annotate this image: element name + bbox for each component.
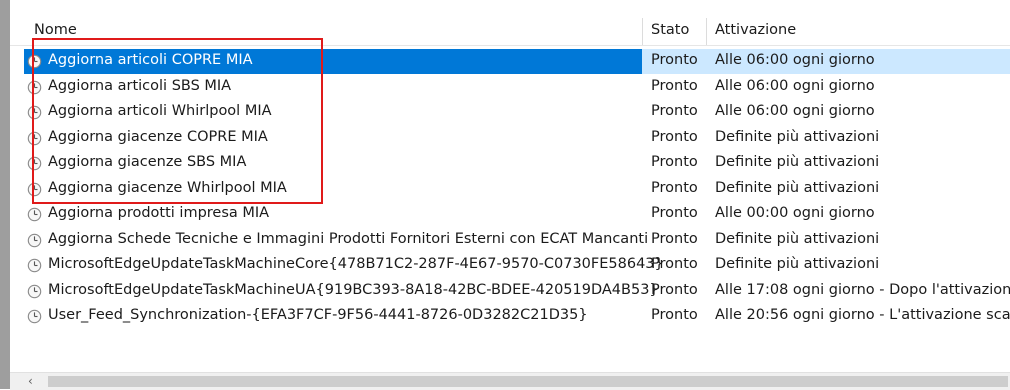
task-name: Aggiorna giacenze SBS MIA bbox=[48, 154, 247, 170]
task-name: MicrosoftEdgeUpdateTaskMachineUA{919BC39… bbox=[48, 281, 659, 298]
task-name: Aggiorna giacenze Whirlpool MIA bbox=[48, 179, 287, 196]
table-row[interactable]: User_Feed_Synchronization-{EFA3F7CF-9F56… bbox=[10, 304, 1010, 329]
column-divider[interactable] bbox=[642, 18, 643, 45]
clock-icon bbox=[27, 258, 42, 273]
task-status: Pronto bbox=[651, 230, 698, 247]
clock-icon bbox=[27, 105, 42, 120]
table-row[interactable]: Aggiorna articoli Whirlpool MIA Pronto All… bbox=[10, 100, 1010, 125]
task-status: Pronto bbox=[651, 103, 698, 119]
clock-icon bbox=[27, 233, 42, 248]
clock-icon bbox=[27, 284, 42, 299]
task-trigger: Definite più attivazioni bbox=[715, 256, 880, 272]
task-status: Pronto bbox=[651, 154, 698, 170]
task-trigger: Alle 06:00 ogni giorno bbox=[715, 52, 875, 68]
table-row[interactable]: Aggiorna prodotti impresa MIA Pronto Alle … bbox=[10, 202, 1010, 227]
column-header-status[interactable]: Stato bbox=[651, 22, 689, 38]
window-border bbox=[0, 0, 10, 389]
table-row[interactable]: Aggiorna giacenze SBS MIA Pronto Definite … bbox=[10, 151, 1010, 176]
task-trigger: Alle 06:00 ogni giorno bbox=[715, 103, 875, 119]
task-status: Pronto bbox=[651, 205, 698, 221]
clock-icon bbox=[27, 54, 42, 69]
table-row[interactable]: Aggiorna articoli SBS MIA Pronto Alle 06:0… bbox=[10, 75, 1010, 100]
task-name: Aggiorna articoli Whirlpool MIA bbox=[48, 103, 272, 119]
task-status: Pronto bbox=[651, 256, 698, 272]
task-trigger: Alle 00:00 ogni giorno bbox=[715, 205, 875, 221]
task-scheduler-list-window: Nome Stato Attivazione Aggiorna articoli… bbox=[0, 0, 1010, 390]
task-trigger: Definite più attivazioni bbox=[715, 179, 880, 196]
task-trigger: Alle 20:56 ogni giorno - L'attivazione s… bbox=[715, 307, 1010, 323]
task-trigger: Definite più attivazioni bbox=[715, 154, 880, 170]
task-status: Pronto bbox=[651, 307, 698, 323]
clock-icon bbox=[27, 182, 42, 197]
task-trigger: Alle 17:08 ogni giorno - Dopo l'attivazi… bbox=[715, 281, 1010, 298]
task-trigger: Alle 06:00 ogni giorno bbox=[715, 77, 875, 94]
task-name: Aggiorna articoli SBS MIA bbox=[48, 77, 232, 94]
clock-icon bbox=[27, 131, 42, 146]
table-row[interactable]: Aggiorna articoli COPRE MIA Pronto Alle 06… bbox=[10, 49, 1010, 74]
clock-icon bbox=[27, 156, 42, 171]
task-status: Pronto bbox=[651, 128, 698, 145]
clock-icon bbox=[27, 207, 42, 222]
horizontal-scrollbar[interactable]: ‹ bbox=[10, 372, 1010, 390]
clock-icon bbox=[27, 309, 42, 324]
scrollbar-thumb[interactable] bbox=[48, 376, 1008, 387]
task-trigger: Definite più attivazioni bbox=[715, 128, 880, 145]
table-row[interactable]: MicrosoftEdgeUpdateTaskMachineCore{478B7… bbox=[10, 253, 1010, 278]
task-list[interactable]: Nome Stato Attivazione Aggiorna articoli… bbox=[10, 0, 1010, 372]
task-name: Aggiorna articoli COPRE MIA bbox=[48, 52, 253, 68]
table-row[interactable]: MicrosoftEdgeUpdateTaskMachineUA{919BC39… bbox=[10, 279, 1010, 304]
task-status: Pronto bbox=[651, 179, 698, 196]
table-row[interactable]: Aggiorna giacenze COPRE MIA Pronto Definit… bbox=[10, 126, 1010, 151]
task-status: Pronto bbox=[651, 52, 698, 68]
task-status: Pronto bbox=[651, 77, 698, 94]
task-name: MicrosoftEdgeUpdateTaskMachineCore{478B7… bbox=[48, 256, 664, 272]
column-header-trigger[interactable]: Attivazione bbox=[715, 22, 796, 38]
table-row[interactable]: Aggiorna Schede Tecniche e Immagini Prod… bbox=[10, 228, 1010, 253]
task-name: Aggiorna giacenze COPRE MIA bbox=[48, 128, 268, 145]
task-trigger: Definite più attivazioni bbox=[715, 230, 880, 247]
column-divider[interactable] bbox=[706, 18, 707, 45]
column-header-name[interactable]: Nome bbox=[34, 22, 77, 38]
list-header: Nome Stato Attivazione bbox=[10, 0, 1010, 46]
task-status: Pronto bbox=[651, 281, 698, 298]
scroll-left-arrow-icon[interactable]: ‹ bbox=[28, 374, 33, 388]
task-name: Aggiorna Schede Tecniche e Immagini Prod… bbox=[48, 230, 649, 247]
task-name: Aggiorna prodotti impresa MIA bbox=[48, 205, 270, 221]
clock-icon bbox=[27, 80, 42, 95]
table-row[interactable]: Aggiorna giacenze Whirlpool MIA Pronto Def… bbox=[10, 177, 1010, 202]
task-name: User_Feed_Synchronization-{EFA3F7CF-9F56… bbox=[48, 307, 588, 323]
